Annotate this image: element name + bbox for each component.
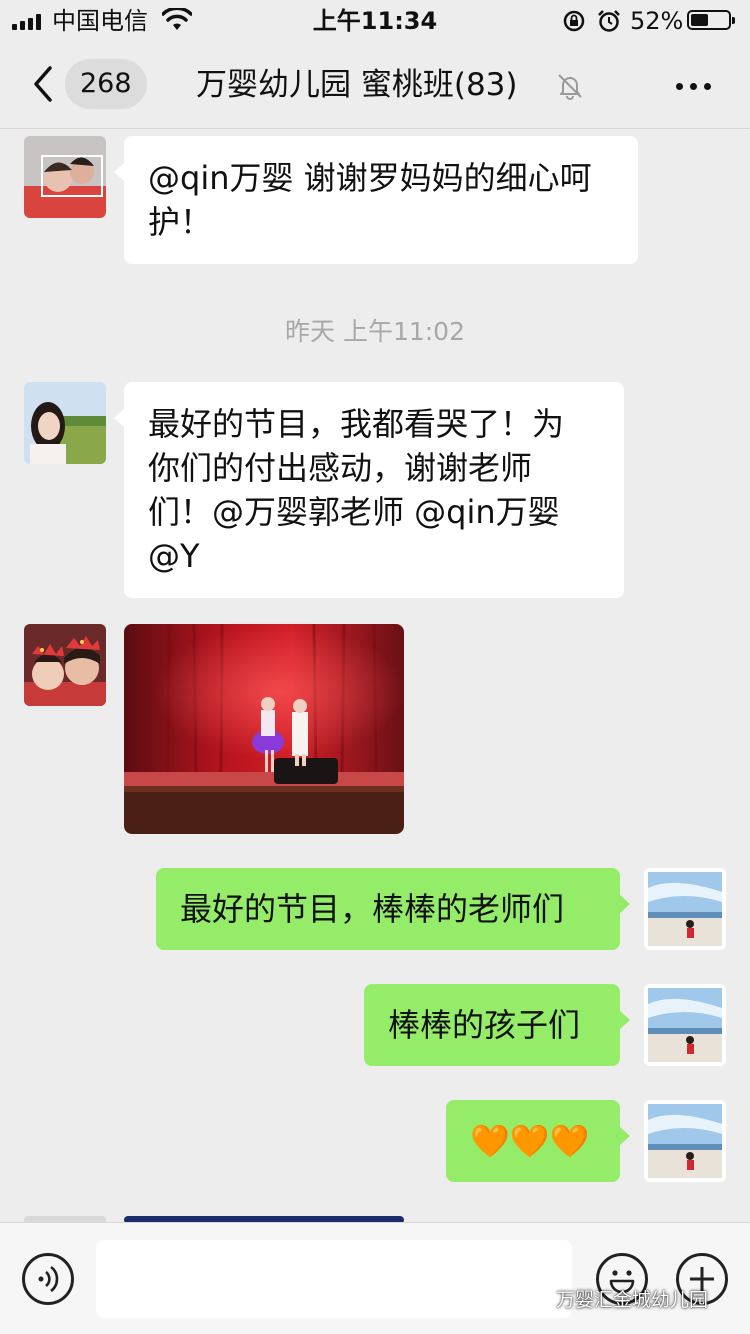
message-text-line: 们！@万婴郭老师 @qin万婴 — [148, 493, 560, 531]
my-avatar[interactable] — [644, 1100, 726, 1182]
my-avatar[interactable] — [644, 984, 726, 1066]
source-watermark: 万婴汇金城幼儿园 — [556, 1286, 708, 1314]
message-bubble-incoming[interactable]: @qin万婴 谢谢罗妈妈的细心呵 护！ — [114, 136, 638, 264]
unread-count-badge[interactable]: 268 — [65, 59, 147, 109]
watermark-text: 万婴汇金城幼儿园 — [556, 1289, 709, 1311]
my-avatar[interactable] — [644, 868, 726, 950]
bell-slash-icon — [558, 74, 582, 100]
chat-screen: 中国电信 上午11:34 52% 268 万婴幼儿园 蜜桃班(83) @qin万… — [0, 0, 750, 1334]
more-options-button[interactable] — [670, 66, 718, 106]
message-text-line: @qin万婴 谢谢罗妈妈的细心呵 — [148, 159, 592, 197]
message-timestamp: 昨天 上午11:02 — [285, 317, 465, 346]
chat-title: 万婴幼儿园 蜜桃班(83) — [196, 67, 518, 103]
stage-photo-icon — [124, 624, 404, 834]
battery-percentage: 52% — [630, 7, 684, 35]
input-bar — [0, 1222, 750, 1334]
message-text: 棒棒的孩子们 — [388, 1006, 581, 1044]
message-text-line: 护！ — [148, 203, 213, 241]
message-text-line: 最好的节目，我都看哭了！为 — [148, 405, 565, 443]
heart-emoji-icon: 🧡🧡🧡 — [470, 1122, 590, 1160]
voice-icon — [38, 1265, 59, 1293]
voice-input-button[interactable] — [22, 1253, 74, 1305]
chat-header: 268 万婴幼儿园 蜜桃班(83) — [0, 42, 750, 129]
message-image[interactable] — [124, 624, 404, 834]
message-text: 最好的节目，棒棒的老师们 — [180, 890, 565, 928]
message-bubble-incoming[interactable]: 最好的节目，我都看哭了！为 你们的付出感动，谢谢老师 们！@万婴郭老师 @qin… — [114, 382, 624, 598]
message-text-line: @Y — [148, 537, 200, 575]
message-bubble-outgoing[interactable]: 棒棒的孩子们 — [364, 984, 630, 1066]
status-bar: 中国电信 上午11:34 52% — [0, 0, 750, 42]
alarm-clock-icon — [598, 10, 620, 32]
message-bubble-outgoing[interactable]: 最好的节目，棒棒的老师们 — [156, 868, 630, 950]
battery-icon — [687, 10, 735, 30]
message-input[interactable] — [96, 1240, 572, 1318]
message-text-line: 你们的付出感动，谢谢老师 — [148, 449, 533, 487]
sender-avatar[interactable] — [24, 382, 106, 464]
sender-avatar[interactable] — [24, 624, 106, 706]
message-bubble-outgoing[interactable]: 🧡🧡🧡 — [446, 1100, 630, 1182]
sender-avatar[interactable] — [24, 136, 106, 218]
chevron-left-icon[interactable] — [24, 64, 64, 104]
rotation-lock-icon — [563, 10, 585, 32]
